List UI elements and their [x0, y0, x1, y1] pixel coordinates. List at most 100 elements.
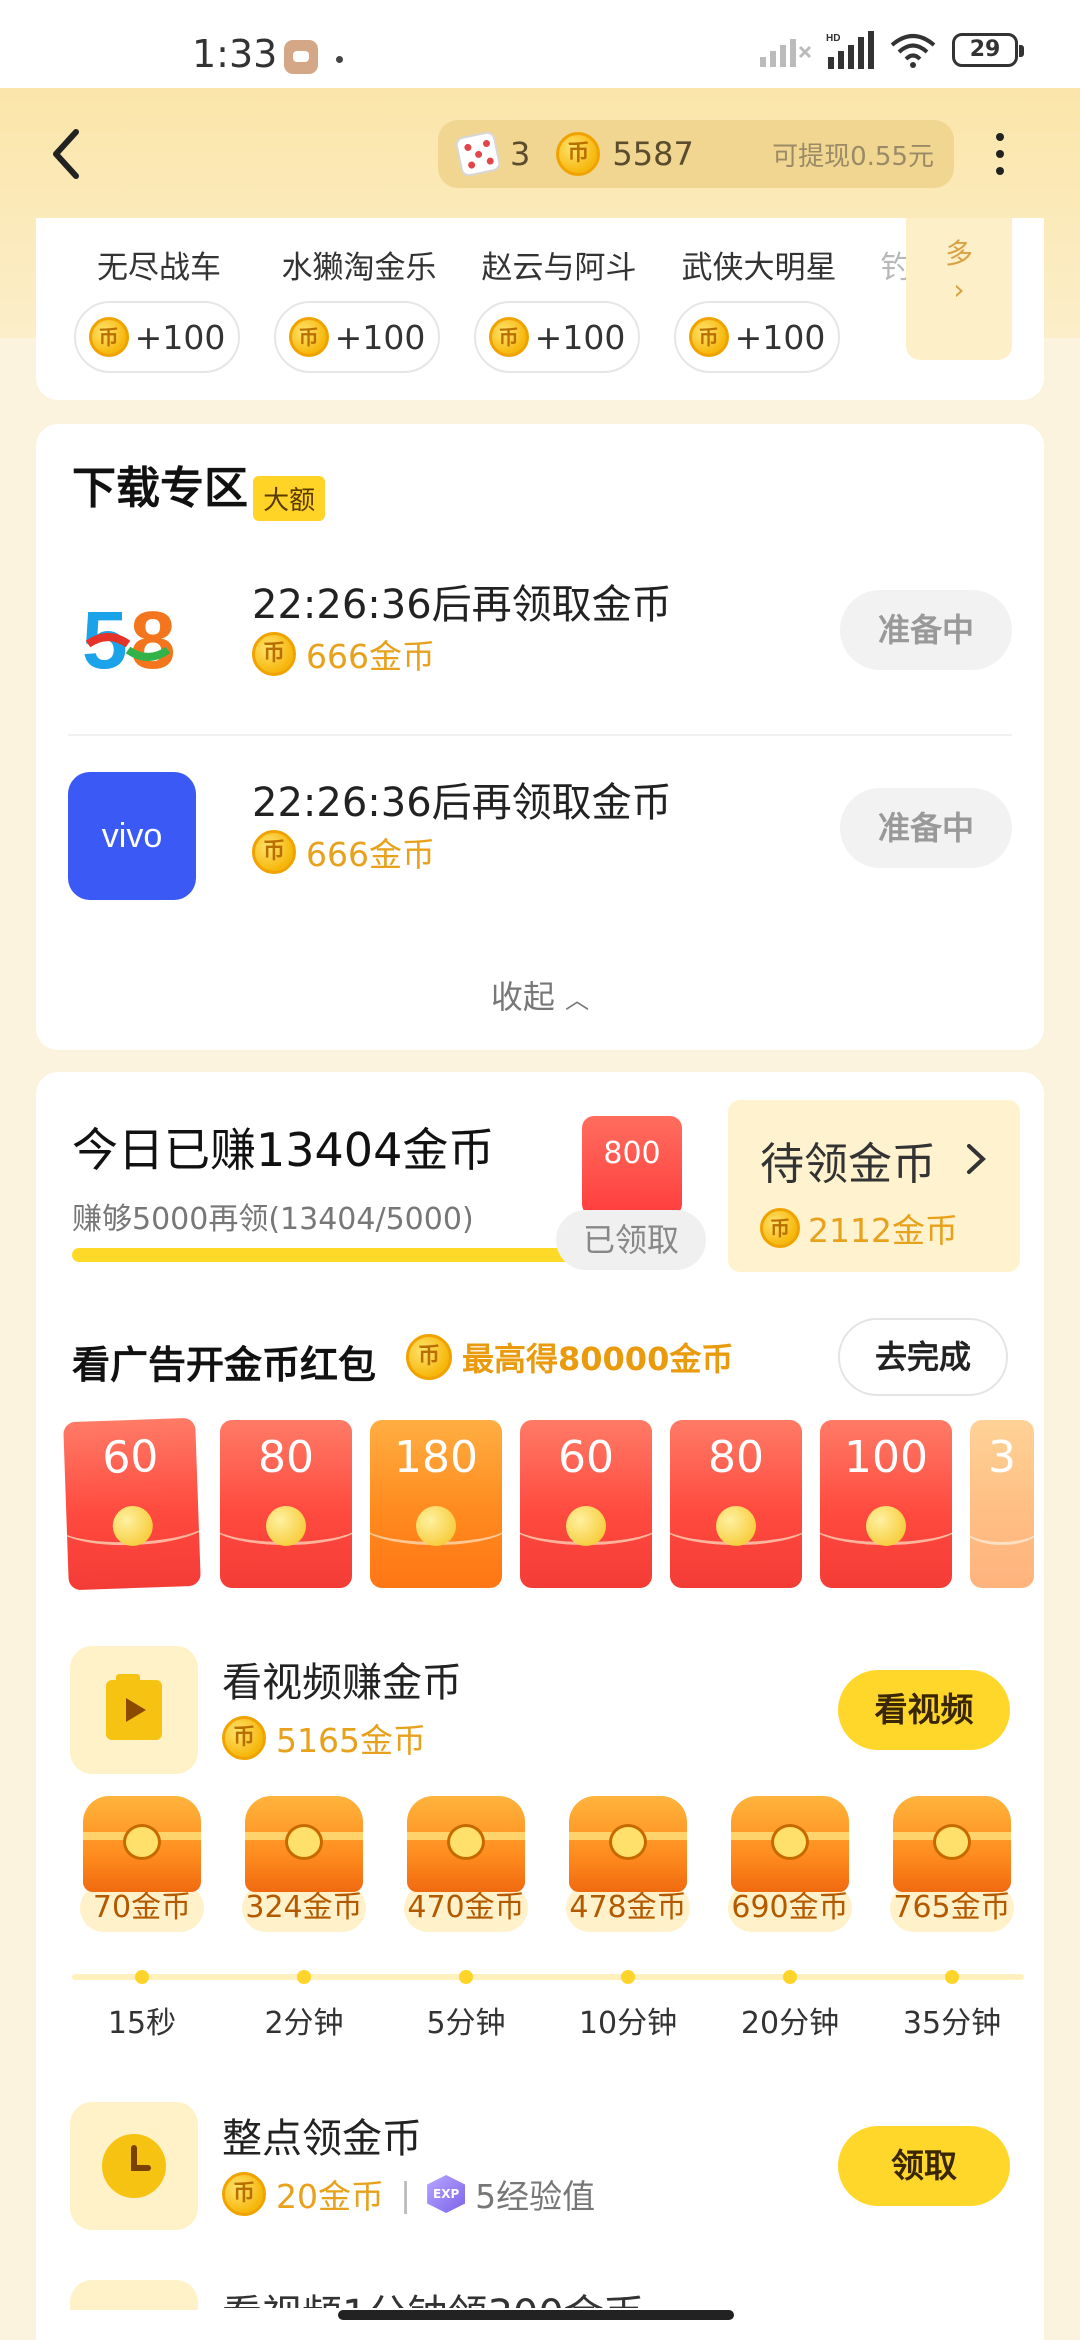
dice-icon	[454, 130, 502, 178]
red-envelope[interactable]: 80	[670, 1420, 802, 1588]
timeline-label: 15秒	[107, 2006, 177, 2041]
watch-video-button[interactable]: 看视频	[838, 1670, 1010, 1750]
message-app-icon	[284, 40, 318, 74]
coin-icon: 币	[406, 1334, 452, 1380]
chest-icon	[245, 1796, 363, 1892]
more-games-button[interactable]: 多 ›	[906, 218, 1012, 360]
coin-icon: 币	[252, 632, 296, 676]
app-58-icon: 5 8	[68, 574, 196, 702]
timeline-label: 20分钟	[740, 2006, 840, 2041]
game-name: 赵云与阿斗	[481, 250, 637, 286]
video-task-icon	[70, 1646, 198, 1774]
download-row-title: 22:26:36后再领取金币	[252, 582, 672, 628]
game-reward-button[interactable]: 币 +100	[674, 301, 840, 373]
timeline-dot	[135, 1970, 149, 1984]
game-item[interactable]: 赵云与阿斗 币 +100	[474, 242, 644, 373]
game-item[interactable]: 水獭淘金乐 币 +100	[274, 242, 444, 373]
game-item[interactable]: 无尽战车 币 +100	[74, 242, 244, 373]
treasure-chest[interactable]: 470金币	[404, 1796, 528, 1932]
balance-pill[interactable]: 3 币 5587 可提现0.55元	[438, 120, 954, 188]
lock-icon	[771, 1824, 809, 1860]
treasure-chest[interactable]: 765金币	[890, 1796, 1014, 1932]
timeline-label: 5分钟	[426, 2006, 506, 2041]
more-menu-button[interactable]	[985, 128, 1015, 184]
exp-amount: 5经验值	[475, 2177, 596, 2216]
game-reward: +100	[134, 317, 226, 357]
collapse-button[interactable]: 收起 ︿	[36, 972, 1044, 1018]
game-reward-button[interactable]: 币 +100	[274, 301, 440, 373]
red-envelope[interactable]: 100	[820, 1420, 952, 1588]
timeline-label: 2分钟	[264, 2006, 344, 2041]
red-envelope[interactable]: 80	[220, 1420, 352, 1588]
download-row-reward: 币 666金币	[252, 828, 435, 876]
home-indicator[interactable]	[338, 2310, 734, 2320]
coin-icon: 币	[556, 132, 601, 176]
separator: |	[400, 2174, 412, 2214]
ad-section-title: 看广告开金币红包	[72, 1343, 377, 1387]
lock-icon	[447, 1824, 485, 1860]
envelope-amount: 3	[988, 1432, 1016, 1483]
envelope-amount: 60	[558, 1432, 614, 1483]
red-envelope-partial[interactable]: 3	[970, 1420, 1034, 1588]
svg-text:8: 8	[130, 595, 176, 686]
envelope-amount: 80	[708, 1432, 764, 1483]
treasure-chest[interactable]: 324金币	[242, 1796, 366, 1932]
app-vivo-icon: vivo	[68, 772, 196, 900]
coin-icon: 币	[222, 1716, 266, 1760]
download-section: 下载专区 大额 5 8 22:26:36后再领取金币 币 666金币 准备中 v…	[36, 424, 1044, 1050]
lock-icon	[933, 1824, 971, 1860]
back-button[interactable]	[40, 118, 100, 188]
game-reward: +100	[334, 317, 426, 357]
red-envelope[interactable]: 60	[520, 1420, 652, 1588]
coin-balance: 5587	[612, 135, 694, 173]
game-name: 无尽战车	[97, 250, 221, 286]
envelope-seal-icon	[716, 1506, 756, 1546]
chest-timeline	[72, 1974, 1024, 1980]
envelope-amount: 100	[844, 1432, 928, 1483]
more-games-label: 多	[944, 237, 973, 270]
timeline-dot	[459, 1970, 473, 1984]
download-row[interactable]: 5 8 22:26:36后再领取金币 币 666金币 准备中	[68, 560, 1012, 710]
envelope-amount: 80	[258, 1432, 314, 1483]
divider	[68, 734, 1012, 736]
reward-amount: 20金币	[276, 2177, 384, 2216]
chevron-right-icon	[967, 1144, 986, 1174]
red-envelope[interactable]: 60	[63, 1417, 201, 1591]
large-badge: 大额	[253, 476, 326, 521]
treasure-chest[interactable]: 690金币	[728, 1796, 852, 1932]
claim-button[interactable]: 领取	[838, 2126, 1010, 2206]
signal-weak-icon	[760, 39, 812, 67]
go-complete-button[interactable]: 去完成	[838, 1318, 1008, 1396]
download-row[interactable]: vivo 22:26:36后再领取金币 币 666金币 准备中	[68, 758, 1012, 908]
claimed-badge: 已领取	[556, 1210, 706, 1270]
preparing-button[interactable]: 准备中	[840, 590, 1012, 670]
chest-icon	[83, 1796, 201, 1892]
red-envelope-tag: 800	[582, 1116, 682, 1216]
coin-icon: 币	[688, 317, 729, 357]
clock-task-icon	[70, 2102, 198, 2230]
game-reward-button[interactable]: 币 +100	[474, 301, 640, 373]
treasure-chest[interactable]: 70金币	[80, 1796, 204, 1932]
game-item[interactable]: 武侠大明星 币 +100	[674, 242, 844, 373]
exp-icon: EXP	[427, 2175, 466, 2213]
envelope-amount: 60	[101, 1431, 160, 1484]
game-reward-button[interactable]: 币 +100	[74, 301, 240, 373]
video-task-title: 看视频赚金币	[222, 1660, 462, 1706]
chest-icon	[893, 1796, 1011, 1892]
treasure-chest[interactable]: 478金币	[566, 1796, 690, 1932]
status-indicators: HD 29	[760, 30, 1024, 70]
hourly-task-reward: 币 20金币 | EXP 5经验值	[222, 2170, 595, 2218]
pending-coins-button[interactable]: 待领金币 币 2112金币	[728, 1100, 1020, 1272]
game-name: 水獭淘金乐	[281, 250, 437, 286]
earned-progress-text: 赚够5000再领(13404/5000)	[72, 1202, 474, 1237]
preparing-button[interactable]: 准备中	[840, 788, 1012, 868]
envelope-seal-icon	[112, 1505, 154, 1547]
red-envelope[interactable]: 180	[370, 1420, 502, 1588]
pending-title: 待领金币	[760, 1139, 936, 1190]
envelope-seal-icon	[266, 1506, 306, 1546]
coin-icon: 币	[88, 317, 129, 357]
download-header: 下载专区 大额	[72, 452, 326, 521]
timeline-dot	[621, 1970, 635, 1984]
wifi-icon	[890, 34, 936, 68]
chevron-up-icon: ︿	[565, 986, 590, 1014]
